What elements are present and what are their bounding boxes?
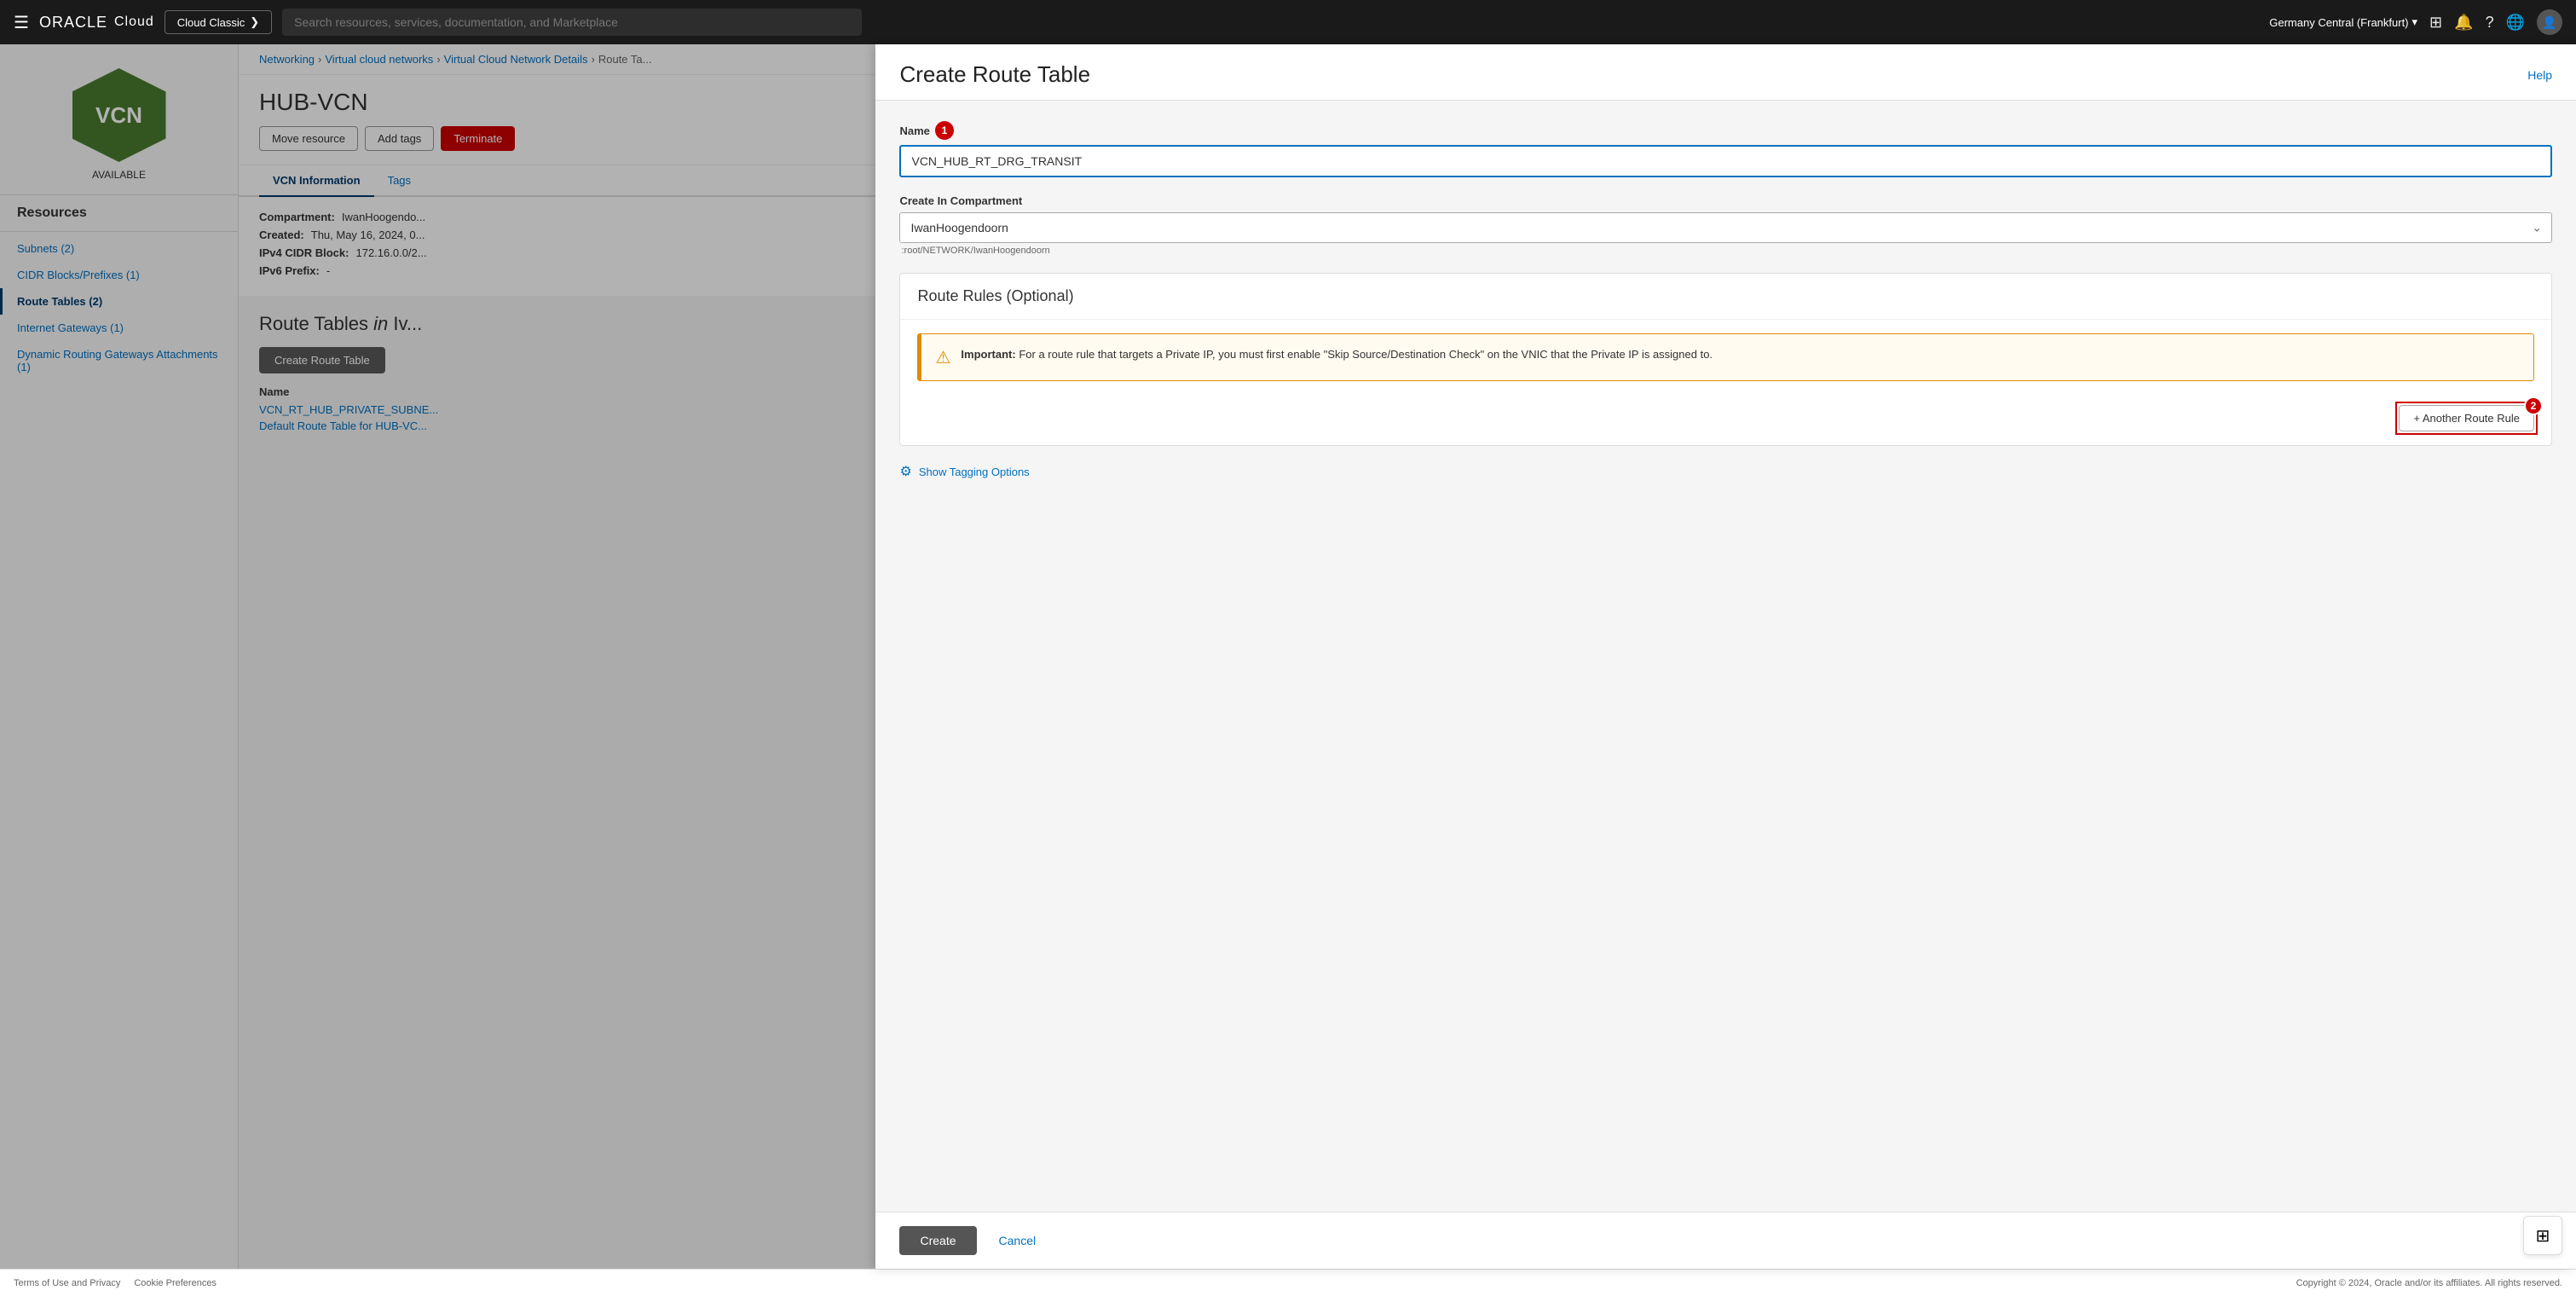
bottom-links: Terms of Use and Privacy Cookie Preferen…	[14, 1278, 217, 1288]
important-body: For a route rule that targets a Private …	[1019, 348, 1713, 361]
cloud-text: Cloud	[114, 14, 154, 30]
name-badge: 1	[935, 121, 954, 140]
bottom-bar: Terms of Use and Privacy Cookie Preferen…	[0, 1269, 2576, 1296]
name-input[interactable]	[899, 145, 2552, 177]
region-label: Germany Central (Frankfurt)	[2269, 16, 2408, 29]
user-avatar[interactable]: 👤	[2537, 9, 2562, 35]
important-heading: Important:	[961, 348, 1015, 361]
another-route-btn-wrapper: + Another Route Rule 2	[2399, 405, 2534, 431]
globe-icon[interactable]: 🌐	[2506, 14, 2525, 32]
create-button[interactable]: Create	[899, 1226, 976, 1255]
compartment-path: :root/NETWORK/IwanHoogendoorn	[899, 246, 2552, 256]
copyright-text: Copyright © 2024, Oracle and/or its affi…	[2296, 1278, 2562, 1288]
tagging-icon: ⚙	[899, 463, 911, 480]
panel-body: Name 1 Create In Compartment IwanHoogend…	[875, 101, 2576, 1212]
cancel-button[interactable]: Cancel	[989, 1226, 1047, 1255]
important-icon: ⚠	[935, 347, 950, 368]
cloud-classic-arrow-icon: ❯	[250, 15, 259, 29]
another-route-badge: 2	[2524, 396, 2543, 415]
help-widget-icon: ⊞	[2536, 1225, 2550, 1247]
cloud-classic-button[interactable]: Cloud Classic ❯	[165, 10, 272, 34]
help-icon[interactable]: ?	[2486, 14, 2494, 32]
panel-help-link[interactable]: Help	[2527, 68, 2552, 82]
oracle-logo: ORACLE Cloud	[39, 14, 154, 32]
create-route-table-panel: Create Route Table Help Name 1 Create In…	[875, 44, 2576, 1269]
nav-right: Germany Central (Frankfurt) ▾ ⊞ 🔔 ? 🌐 👤	[2269, 9, 2562, 35]
top-navigation: ☰ ORACLE Cloud Cloud Classic ❯ Germany C…	[0, 0, 2576, 44]
panel-footer: Create Cancel	[875, 1212, 2576, 1269]
compartment-form-group: Create In Compartment IwanHoogendoorn :r…	[899, 194, 2552, 256]
cloud-classic-label: Cloud Classic	[177, 16, 245, 29]
panel-title: Create Route Table	[899, 61, 1090, 88]
name-form-group: Name 1	[899, 121, 2552, 177]
show-tagging-row[interactable]: ⚙ Show Tagging Options	[899, 463, 2552, 480]
route-rules-header: Route Rules (Optional)	[900, 274, 2551, 320]
compartment-label: Create In Compartment	[899, 194, 2552, 207]
console-icon[interactable]: ⊞	[2429, 14, 2442, 32]
another-route-btn-area: + Another Route Rule 2	[900, 395, 2551, 445]
important-text: Important: For a route rule that targets…	[961, 346, 1713, 368]
another-route-rule-button[interactable]: + Another Route Rule	[2399, 405, 2534, 431]
compartment-select[interactable]: IwanHoogendoorn	[899, 212, 2552, 243]
name-label: Name 1	[899, 121, 2552, 140]
search-input[interactable]	[282, 9, 862, 36]
show-tagging-link[interactable]: Show Tagging Options	[919, 466, 1030, 478]
region-chevron-icon: ▾	[2412, 15, 2418, 29]
hamburger-menu-icon[interactable]: ☰	[14, 12, 29, 33]
route-rules-section: Route Rules (Optional) ⚠ Important: For …	[899, 273, 2552, 446]
compartment-select-wrapper: IwanHoogendoorn	[899, 212, 2552, 243]
bell-icon[interactable]: 🔔	[2454, 14, 2473, 32]
oracle-text: ORACLE	[39, 14, 107, 32]
region-selector[interactable]: Germany Central (Frankfurt) ▾	[2269, 15, 2417, 29]
user-icon: 👤	[2542, 15, 2556, 30]
panel-header: Create Route Table Help	[875, 44, 2576, 101]
cookie-link[interactable]: Cookie Preferences	[134, 1278, 217, 1288]
help-widget[interactable]: ⊞	[2523, 1216, 2562, 1255]
terms-link[interactable]: Terms of Use and Privacy	[14, 1278, 120, 1288]
important-box: ⚠ Important: For a route rule that targe…	[917, 333, 2534, 381]
